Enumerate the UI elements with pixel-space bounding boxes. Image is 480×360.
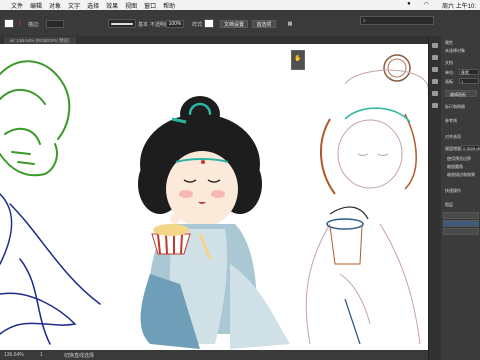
- stroke-weight-field[interactable]: [46, 20, 64, 28]
- unit-label: 单位:: [445, 70, 455, 75]
- menu-help[interactable]: 帮助: [163, 1, 175, 10]
- artwork: [0, 54, 428, 349]
- menu-type[interactable]: 文字: [68, 1, 80, 10]
- sketch-left: [0, 60, 101, 345]
- style-swatch[interactable]: [204, 19, 214, 28]
- brush-preview[interactable]: [108, 19, 136, 28]
- use-preview-bounds-checkbox[interactable]: 使用预览边界: [447, 156, 471, 162]
- artboard-select[interactable]: 1: [459, 78, 479, 84]
- zoom-level[interactable]: 136.64%: [4, 352, 24, 358]
- quick-actions-label: 快速操作: [445, 188, 461, 193]
- menu-file[interactable]: 文件: [11, 1, 23, 10]
- wechat-icon[interactable]: ●: [407, 1, 411, 10]
- color-icon[interactable]: [432, 79, 438, 84]
- style-label: 样式:: [192, 21, 204, 28]
- artboard-canvas[interactable]: [0, 44, 428, 350]
- clock[interactable]: 周六 上午10:: [442, 1, 476, 10]
- wifi-icon[interactable]: ◠: [424, 1, 429, 10]
- layer-row-3[interactable]: [443, 228, 479, 235]
- brushes-icon[interactable]: [432, 103, 438, 108]
- no-selection-label: 未选择对象: [445, 48, 465, 53]
- scale-strokes-checkbox[interactable]: 缩放描边和效果: [447, 172, 475, 178]
- status-bar: 136.64% 1 切换直线选择: [0, 350, 428, 360]
- document-tab[interactable]: ai* 136.64% (RGB/GPU 预览): [4, 37, 76, 44]
- menu-view[interactable]: 视图: [125, 1, 137, 10]
- layers-icon[interactable]: [432, 55, 438, 60]
- sketch-right: [305, 54, 428, 345]
- document-setup-button[interactable]: 文档设置: [220, 20, 248, 28]
- panel-dock: [429, 36, 441, 360]
- libraries-icon[interactable]: [432, 67, 438, 72]
- menu-window[interactable]: 窗口: [144, 1, 156, 10]
- menu-effect[interactable]: 效果: [106, 1, 118, 10]
- guides-label: 参考线: [445, 118, 457, 123]
- document-label: 文档: [445, 60, 453, 65]
- layer-row-1[interactable]: [443, 212, 479, 219]
- properties-title[interactable]: 属性: [445, 40, 453, 46]
- artboard-label: 画板:: [445, 79, 455, 84]
- fill-swatch[interactable]: [4, 19, 14, 28]
- brush-basic-label: 基本: [138, 21, 149, 28]
- search-icon: ⌕: [363, 18, 366, 24]
- arrange-icon[interactable]: ▦: [286, 20, 294, 28]
- floating-toolbox[interactable]: ✋: [291, 50, 305, 70]
- snap-options-label: 对齐选项: [445, 134, 461, 139]
- ruler-grid-label: 标尺和网格: [445, 104, 465, 109]
- unit-select[interactable]: 像素: [459, 69, 479, 75]
- character-main: [138, 96, 290, 349]
- search-field[interactable]: ⌕: [360, 16, 434, 25]
- opacity-field[interactable]: 100%: [166, 20, 184, 28]
- preferences-button[interactable]: 首选项: [252, 20, 276, 28]
- edit-artboard-button[interactable]: 编辑画板: [445, 90, 477, 97]
- stroke-swatch-icon[interactable]: /: [16, 19, 24, 28]
- keyboard-increment-label: 键盘增量:: [445, 146, 463, 151]
- layers-panel-tab[interactable]: 图层: [445, 202, 453, 208]
- layer-row-2[interactable]: [443, 220, 479, 227]
- hand-icon[interactable]: ✋: [292, 55, 304, 62]
- properties-panel: 属性 未选择对象 文档 单位: 像素 画板: 1 编辑画板 标尺和网格 参考线 …: [428, 36, 480, 360]
- artboard-number[interactable]: 1: [40, 352, 43, 358]
- menu-object[interactable]: 对象: [49, 1, 61, 10]
- keyboard-increment-field[interactable]: 0.3528 m: [461, 145, 480, 151]
- stroke-label: 描边:: [28, 21, 40, 28]
- swatches-icon[interactable]: [432, 91, 438, 96]
- menubar: 文件 编辑 对象 文字 选择 效果 视图 窗口 帮助 ● ◠ 周六 上午10:: [0, 0, 480, 10]
- document-tab-bar: ai* 136.64% (RGB/GPU 预览): [0, 36, 428, 44]
- menu-edit[interactable]: 编辑: [30, 1, 42, 10]
- current-tool-status: 切换直线选择: [64, 353, 95, 359]
- properties-icon[interactable]: [432, 43, 438, 48]
- menu-select[interactable]: 选择: [87, 1, 99, 10]
- scale-corners-checkbox[interactable]: 缩放圆角: [447, 164, 463, 170]
